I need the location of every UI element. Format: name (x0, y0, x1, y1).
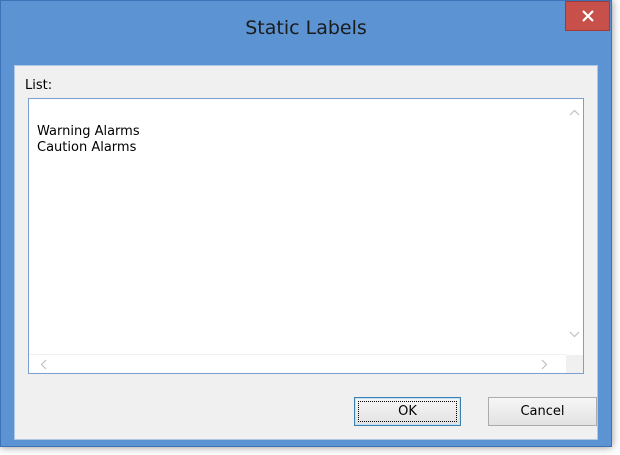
vertical-scrollbar[interactable] (566, 99, 583, 356)
list-item-caution-alarms[interactable]: Caution Alarms (37, 140, 140, 156)
title-bar[interactable]: Static Labels (1, 1, 611, 65)
window-title: Static Labels (245, 17, 367, 39)
ok-button-label: OK (358, 401, 457, 422)
list-label: List: (25, 78, 53, 93)
dialog-window: Static Labels List: Warning Alarms Cauti… (0, 0, 612, 447)
cancel-button[interactable]: Cancel (488, 397, 597, 426)
chevron-left-icon[interactable] (40, 359, 47, 370)
close-button[interactable] (565, 1, 610, 31)
list-item-warning-alarms[interactable]: Warning Alarms (37, 124, 140, 140)
chevron-down-icon[interactable] (569, 331, 580, 338)
scrollbar-corner (566, 355, 583, 373)
chevron-right-icon[interactable] (541, 359, 548, 370)
chevron-up-icon[interactable] (569, 109, 580, 116)
horizontal-scrollbar[interactable] (29, 354, 566, 373)
close-icon (582, 10, 594, 22)
list-box[interactable]: Warning Alarms Caution Alarms (28, 98, 584, 374)
ok-button[interactable]: OK (354, 397, 461, 426)
list-items: Warning Alarms Caution Alarms (37, 124, 140, 156)
